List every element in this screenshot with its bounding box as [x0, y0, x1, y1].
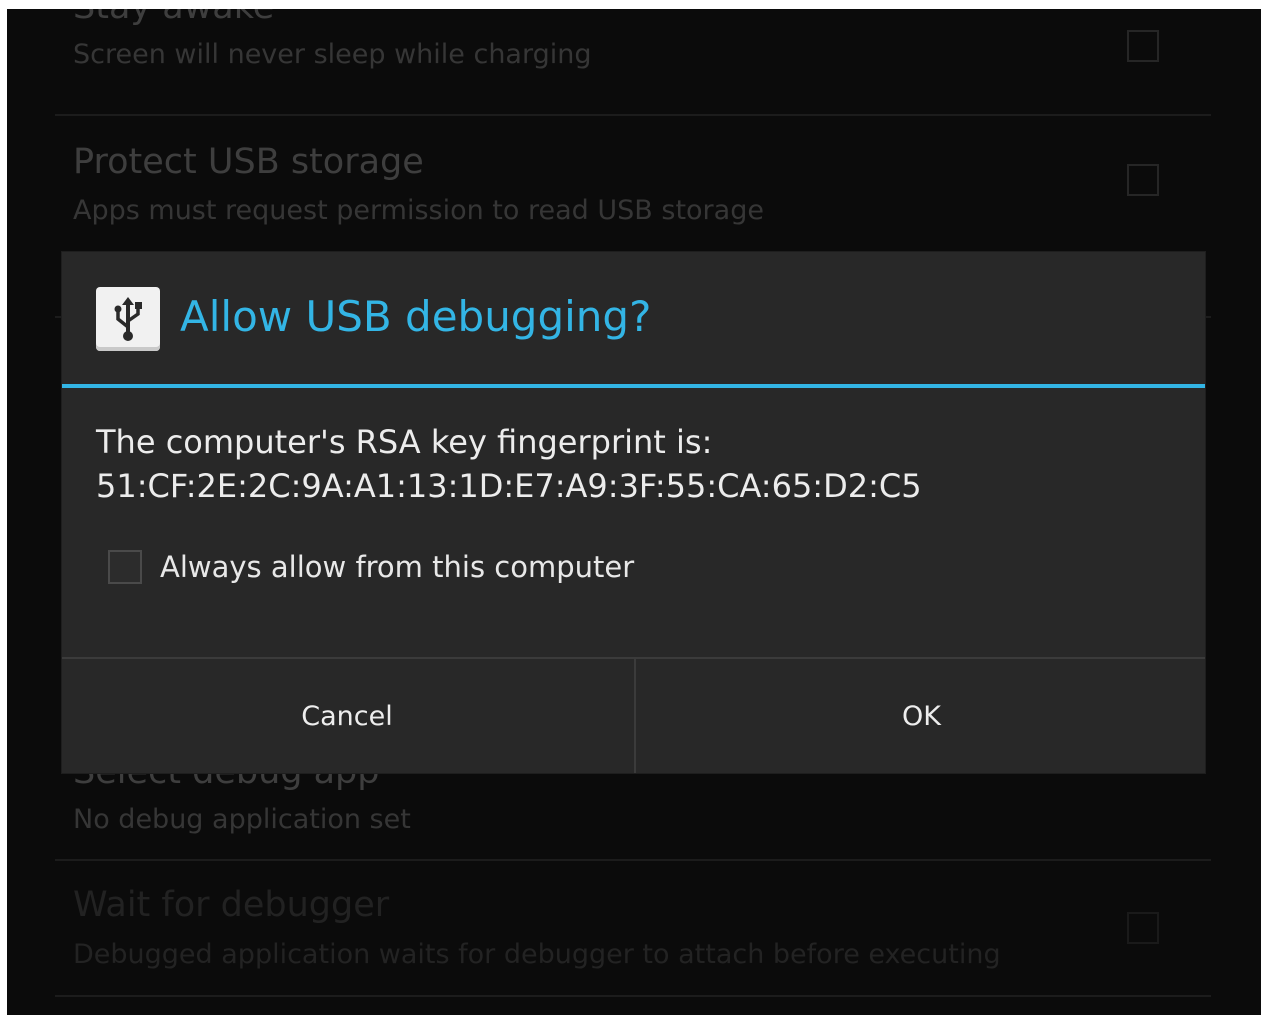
setting-wait-for-debugger: Wait for debugger Debugged application w… — [55, 861, 1211, 997]
dialog-header: Allow USB debugging? — [62, 252, 1205, 384]
usb-debugging-dialog: Allow USB debugging? The computer's RSA … — [62, 252, 1205, 773]
usb-icon — [96, 287, 160, 351]
setting-title: Protect USB storage — [73, 142, 424, 182]
settings-screen: Stay awake Screen will never sleep while… — [7, 9, 1261, 1015]
dialog-message: The computer's RSA key fingerprint is: 5… — [96, 420, 922, 508]
dialog-title: Allow USB debugging? — [180, 292, 652, 341]
setting-summary: No debug application set — [73, 804, 411, 835]
cancel-button[interactable]: Cancel — [62, 659, 632, 773]
ok-button[interactable]: OK — [634, 659, 1207, 773]
dialog-button-bar: Cancel OK — [62, 657, 1205, 775]
wait-for-debugger-checkbox — [1127, 912, 1159, 944]
setting-summary: Screen will never sleep while charging — [73, 39, 592, 70]
always-allow-label[interactable]: Always allow from this computer — [160, 550, 634, 584]
always-allow-checkbox[interactable] — [108, 550, 142, 584]
rsa-fingerprint: 51:CF:2E:2C:9A:A1:13:1D:E7:A9:3F:55:CA:6… — [96, 467, 922, 505]
protect-usb-storage-checkbox[interactable] — [1127, 164, 1159, 196]
setting-title: Stay awake — [73, 9, 274, 27]
stay-awake-checkbox[interactable] — [1127, 30, 1159, 62]
dialog-title-divider — [62, 384, 1205, 388]
setting-summary: Apps must request permission to read USB… — [73, 195, 764, 226]
setting-stay-awake[interactable]: Stay awake Screen will never sleep while… — [55, 9, 1211, 116]
setting-title: Wait for debugger — [73, 885, 390, 925]
setting-summary: Debugged application waits for debugger … — [73, 939, 1001, 970]
message-text: The computer's RSA key fingerprint is: — [96, 423, 713, 461]
